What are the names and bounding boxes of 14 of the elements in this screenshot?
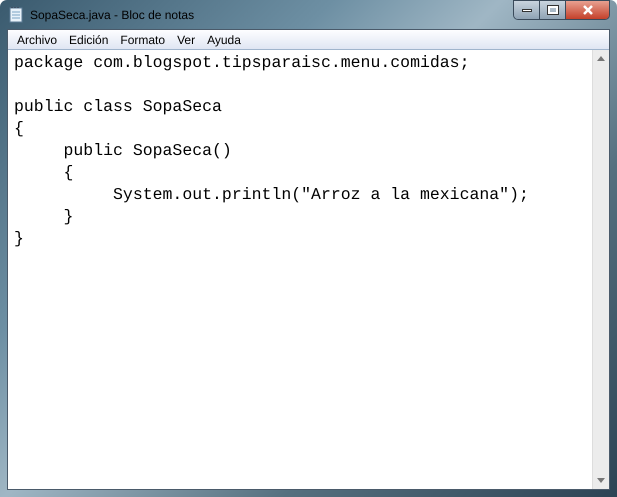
menu-item[interactable]: Ayuda xyxy=(201,30,247,48)
close-icon xyxy=(582,5,594,15)
maximize-button[interactable] xyxy=(540,1,566,19)
close-button[interactable] xyxy=(566,1,609,19)
menu-item[interactable]: Archivo xyxy=(11,30,64,48)
menu-item[interactable]: Ver xyxy=(171,30,202,48)
minimize-button[interactable] xyxy=(514,1,540,19)
menu-item[interactable]: Edición xyxy=(63,30,114,48)
window-title: SopaSeca.java - Bloc de notas xyxy=(30,6,194,24)
notepad-icon xyxy=(9,6,23,22)
scroll-up-icon[interactable] xyxy=(597,56,605,61)
scroll-down-icon[interactable] xyxy=(597,478,605,483)
menu-item[interactable]: Formato xyxy=(114,30,172,48)
code-text: package com.blogspot.tipsparaisc.menu.comidas; public class SopaSeca { public SopaSeca() { System.out.println("Arroz a la mexicana"); } } xyxy=(13,52,530,250)
